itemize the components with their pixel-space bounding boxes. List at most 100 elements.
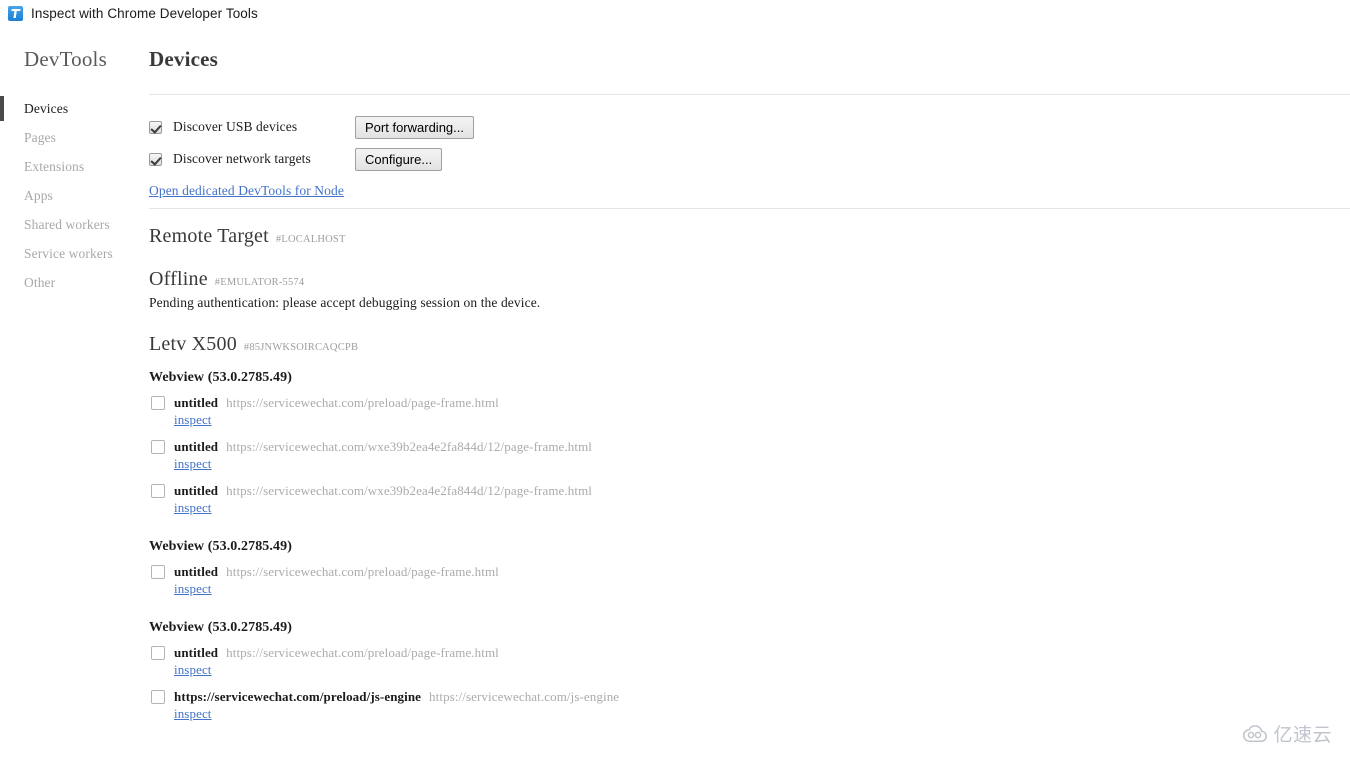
window-title-bar: Inspect with Chrome Developer Tools bbox=[0, 0, 1350, 27]
browser-name: Webview (53.0.2785.49) bbox=[149, 370, 292, 385]
sidebar-item-label: Pages bbox=[24, 130, 56, 145]
device-entry: Offline #EMULATOR-5574 Pending authenticat… bbox=[149, 268, 1350, 311]
target-list: untitled https://servicewechat.com/preloa… bbox=[149, 564, 1350, 598]
target-title: untitled bbox=[174, 645, 219, 660]
browser-name: Webview (53.0.2785.49) bbox=[149, 539, 292, 554]
target-row: untitled https://servicewechat.com/wxe39b… bbox=[149, 483, 1350, 517]
sidebar: DevTools Devices Pages Extensions Apps Share… bbox=[0, 27, 149, 765]
target-row: untitled https://servicewechat.com/preloa… bbox=[149, 395, 1350, 429]
devtools-app-icon bbox=[8, 6, 23, 21]
discover-network-row: Discover network targets Configure... bbox=[149, 143, 1350, 175]
window-title: Inspect with Chrome Developer Tools bbox=[31, 6, 258, 21]
target-title: untitled bbox=[174, 439, 219, 454]
target-title: untitled bbox=[174, 564, 219, 579]
target-select-checkbox[interactable] bbox=[151, 484, 165, 498]
target-url: https://servicewechat.com/preload/page-f… bbox=[226, 395, 499, 410]
open-node-devtools-link[interactable]: Open dedicated DevTools for Node bbox=[149, 183, 344, 199]
configure-button[interactable]: Configure... bbox=[355, 147, 443, 171]
target-info-line: untitled https://servicewechat.com/preloa… bbox=[174, 395, 499, 411]
target-body: untitled https://servicewechat.com/preloa… bbox=[174, 564, 499, 598]
target-select-checkbox[interactable] bbox=[151, 396, 165, 410]
inspect-link[interactable]: inspect bbox=[174, 456, 212, 472]
main-content: Devices Discover USB devices Port forwar… bbox=[149, 27, 1350, 765]
device-header: Letv X500 #85JNWKSOIRCAQCPB bbox=[149, 333, 1350, 356]
checkbox-checked-icon bbox=[149, 120, 162, 134]
app-shell: DevTools Devices Pages Extensions Apps Share… bbox=[0, 27, 1350, 765]
remote-targets-section: Remote Target #LOCALHOST Offline #EMULATO… bbox=[149, 209, 1350, 723]
inspect-link[interactable]: inspect bbox=[174, 412, 212, 428]
target-info-line: untitled https://servicewechat.com/wxe39b… bbox=[174, 439, 592, 455]
remote-target-serial: #LOCALHOST bbox=[275, 234, 346, 245]
sidebar-title: DevTools bbox=[24, 47, 107, 71]
sidebar-item-label: Devices bbox=[24, 101, 69, 116]
target-title: untitled bbox=[174, 395, 219, 410]
watermark: 亿速云 bbox=[1242, 720, 1332, 747]
target-body: untitled https://servicewechat.com/wxe39b… bbox=[174, 483, 592, 517]
target-list: untitled https://servicewechat.com/preloa… bbox=[149, 395, 1350, 517]
device-name: Letv X500 bbox=[149, 333, 237, 355]
device-serial: #85JNWKSOIRCAQCPB bbox=[243, 342, 359, 353]
target-body: untitled https://servicewechat.com/preloa… bbox=[174, 645, 499, 679]
sidebar-item-shared-workers[interactable]: Shared workers bbox=[0, 210, 149, 239]
device-name: Offline bbox=[149, 268, 208, 290]
device-status-message: Pending authentication: please accept de… bbox=[149, 295, 541, 310]
port-forwarding-button[interactable]: Port forwarding... bbox=[355, 115, 474, 139]
target-title: https://servicewechat.com/preload/js-eng… bbox=[174, 689, 422, 704]
discovery-settings: Discover USB devices Port forwarding... … bbox=[149, 95, 1350, 208]
inspect-link[interactable]: inspect bbox=[174, 706, 212, 722]
browser-name: Webview (53.0.2785.49) bbox=[149, 620, 292, 635]
target-url: https://servicewechat.com/wxe39b2ea4e2fa… bbox=[226, 483, 592, 498]
target-body: untitled https://servicewechat.com/preloa… bbox=[174, 395, 499, 429]
target-info-line: untitled https://servicewechat.com/preloa… bbox=[174, 564, 499, 580]
sidebar-item-label: Service workers bbox=[24, 246, 113, 261]
target-url: https://servicewechat.com/preload/page-f… bbox=[226, 564, 499, 579]
target-select-checkbox[interactable] bbox=[151, 440, 165, 454]
cloud-icon bbox=[1243, 724, 1268, 742]
target-url: https://servicewechat.com/preload/page-f… bbox=[226, 645, 499, 660]
target-select-checkbox[interactable] bbox=[151, 565, 165, 579]
target-row: untitled https://servicewechat.com/preloa… bbox=[149, 645, 1350, 679]
discover-usb-checkbox[interactable] bbox=[149, 120, 173, 134]
target-info-line: untitled https://servicewechat.com/wxe39b… bbox=[174, 483, 592, 499]
inspect-link[interactable]: inspect bbox=[174, 662, 212, 678]
target-list: untitled https://servicewechat.com/preloa… bbox=[149, 645, 1350, 723]
sidebar-item-devices[interactable]: Devices bbox=[0, 94, 149, 123]
target-url: https://servicewechat.com/wxe39b2ea4e2fa… bbox=[226, 439, 592, 454]
discover-usb-label: Discover USB devices bbox=[173, 119, 298, 134]
sidebar-item-apps[interactable]: Apps bbox=[0, 181, 149, 210]
device-entry: Letv X500 #85JNWKSOIRCAQCPB Webview (53.0.… bbox=[149, 333, 1350, 723]
page-title: Devices bbox=[149, 47, 219, 71]
sidebar-item-label: Other bbox=[24, 275, 56, 290]
checkbox-checked-icon bbox=[149, 152, 162, 166]
target-info-line: untitled https://servicewechat.com/preloa… bbox=[174, 645, 499, 661]
sidebar-item-pages[interactable]: Pages bbox=[0, 123, 149, 152]
watermark-text: 亿速云 bbox=[1273, 725, 1332, 746]
target-row: untitled https://servicewechat.com/wxe39b… bbox=[149, 439, 1350, 473]
device-header: Offline #EMULATOR-5574 bbox=[149, 268, 1350, 291]
sidebar-item-extensions[interactable]: Extensions bbox=[0, 152, 149, 181]
target-select-checkbox[interactable] bbox=[151, 690, 165, 704]
target-row: https://servicewechat.com/preload/js-eng… bbox=[149, 689, 1350, 723]
inspect-link[interactable]: inspect bbox=[174, 581, 212, 597]
sidebar-item-label: Apps bbox=[24, 188, 53, 203]
sidebar-item-service-workers[interactable]: Service workers bbox=[0, 239, 149, 268]
discover-usb-row: Discover USB devices Port forwarding... bbox=[149, 111, 1350, 143]
sidebar-item-other[interactable]: Other bbox=[0, 268, 149, 297]
inspect-link[interactable]: inspect bbox=[174, 500, 212, 516]
target-row: untitled https://servicewechat.com/preloa… bbox=[149, 564, 1350, 598]
target-url: https://servicewechat.com/js-engine bbox=[429, 689, 620, 704]
sidebar-item-label: Extensions bbox=[24, 159, 85, 174]
target-info-line: https://servicewechat.com/preload/js-eng… bbox=[174, 689, 619, 705]
target-body: https://servicewechat.com/preload/js-eng… bbox=[174, 689, 619, 723]
discover-network-checkbox[interactable] bbox=[149, 152, 173, 166]
target-body: untitled https://servicewechat.com/wxe39b… bbox=[174, 439, 592, 473]
remote-target-name: Remote Target bbox=[149, 225, 269, 247]
discover-network-label: Discover network targets bbox=[173, 151, 311, 166]
sidebar-nav: Devices Pages Extensions Apps Shared workers… bbox=[0, 94, 149, 297]
sidebar-item-label: Shared workers bbox=[24, 217, 110, 232]
target-select-checkbox[interactable] bbox=[151, 646, 165, 660]
remote-target-header: Remote Target #LOCALHOST bbox=[149, 225, 1350, 248]
device-serial: #EMULATOR-5574 bbox=[214, 277, 305, 288]
device-list: Offline #EMULATOR-5574 Pending authenticat… bbox=[149, 268, 1350, 723]
target-title: untitled bbox=[174, 483, 219, 498]
